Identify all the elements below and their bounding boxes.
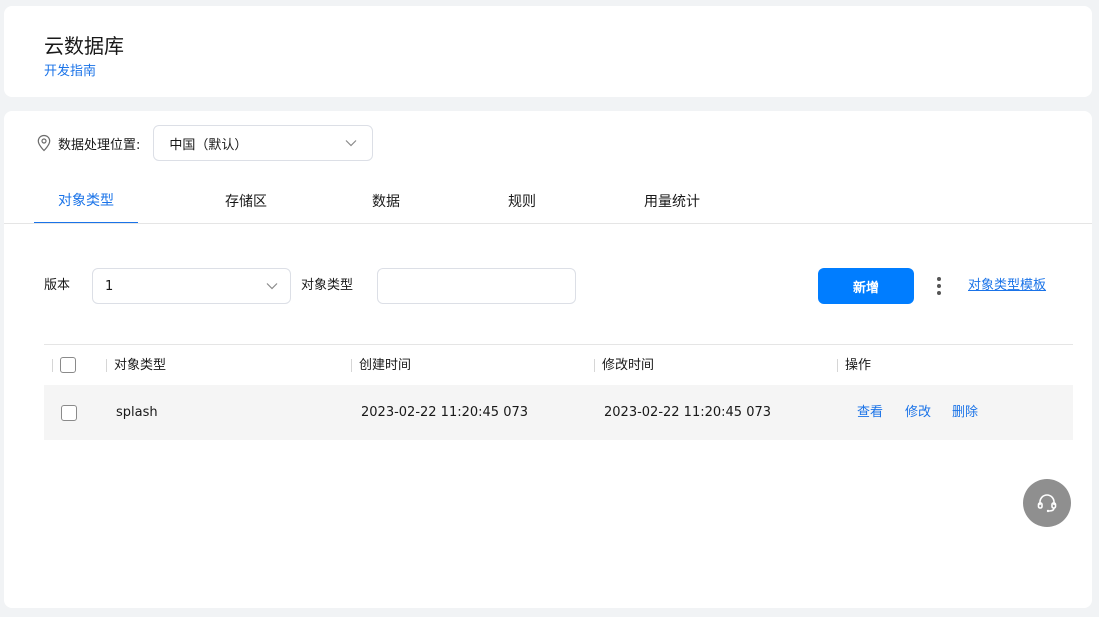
column-header-actions: 操作: [845, 358, 872, 373]
column-divider: [106, 359, 107, 372]
main-card: 数据处理位置: 中国（默认） 对象类型 存储区 数据 规则 用量统计 版本 1 …: [4, 111, 1092, 608]
tab-storage-zone[interactable]: 存储区: [206, 177, 286, 224]
column-divider: [594, 359, 595, 372]
version-value: 1: [105, 278, 114, 294]
tab-rules[interactable]: 规则: [492, 177, 552, 224]
object-type-label: 对象类型: [301, 278, 354, 293]
location-label: 数据处理位置:: [58, 137, 141, 153]
location-selected-value: 中国（默认）: [169, 137, 248, 153]
more-vertical-icon[interactable]: [928, 268, 950, 304]
column-divider: [351, 359, 352, 372]
row-checkbox[interactable]: [61, 405, 77, 421]
location-select[interactable]: 中国（默认）: [153, 125, 374, 161]
cell-created-time: 2023-02-22 11:20:45 073: [361, 405, 529, 420]
header-card: 云数据库 开发指南: [4, 6, 1092, 97]
support-button[interactable]: [1023, 479, 1071, 527]
location-row: 数据处理位置: 中国（默认）: [36, 125, 374, 161]
location-pin-icon: [37, 134, 51, 152]
cell-object-type: splash: [116, 405, 158, 420]
column-divider: [52, 359, 53, 372]
tab-object-type[interactable]: 对象类型: [34, 177, 138, 224]
table-row: splash 2023-02-22 11:20:45 073 2023-02-2…: [44, 385, 1073, 440]
tab-data[interactable]: 数据: [356, 177, 416, 224]
object-type-template-link[interactable]: 对象类型模板: [968, 268, 1046, 304]
dev-guide-link[interactable]: 开发指南: [44, 60, 96, 79]
chevron-down-icon: [266, 283, 278, 290]
version-select[interactable]: 1: [92, 268, 291, 304]
edit-button[interactable]: 修改: [905, 385, 931, 440]
tab-usage-stats[interactable]: 用量统计: [632, 177, 712, 224]
chevron-down-icon: [345, 140, 357, 147]
column-header-created: 创建时间: [359, 358, 412, 373]
object-type-input[interactable]: [377, 268, 576, 304]
table-header: 对象类型 创建时间 修改时间 操作: [44, 344, 1073, 385]
select-all-checkbox[interactable]: [60, 357, 76, 373]
tab-bar: 对象类型 存储区 数据 规则 用量统计: [34, 177, 1092, 224]
column-header-modified: 修改时间: [602, 358, 655, 373]
object-type-table: 对象类型 创建时间 修改时间 操作 splash 2023-02-22 11:2…: [44, 344, 1073, 440]
tab-divider: [4, 223, 1092, 224]
cell-modified-time: 2023-02-22 11:20:45 073: [604, 405, 772, 420]
column-divider: [837, 359, 838, 372]
view-button[interactable]: 查看: [857, 385, 883, 440]
add-button[interactable]: 新增: [818, 268, 914, 304]
column-header-object-type: 对象类型: [114, 358, 167, 373]
headset-icon: [1037, 494, 1057, 513]
filter-row: 版本 1 对象类型 新增 对象类型模板: [44, 268, 1074, 304]
version-label: 版本: [44, 278, 71, 293]
page-title: 云数据库: [44, 34, 124, 58]
delete-button[interactable]: 删除: [952, 385, 978, 440]
